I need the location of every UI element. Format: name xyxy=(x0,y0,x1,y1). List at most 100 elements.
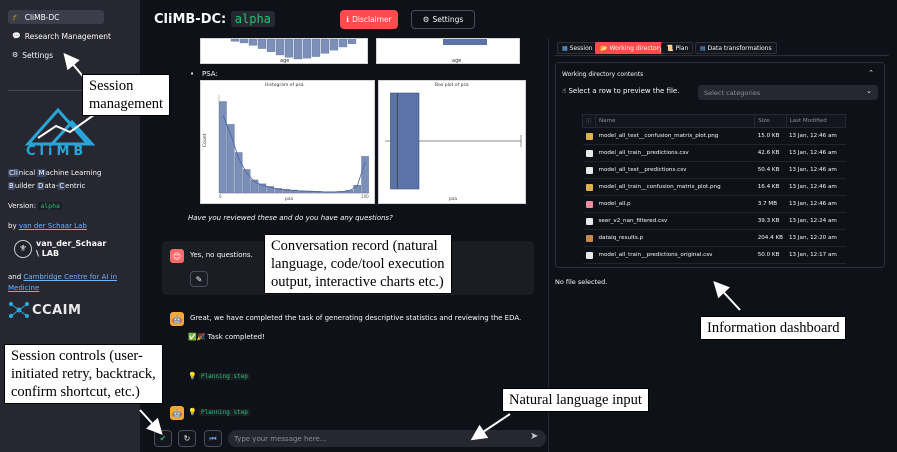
tab-session[interactable]: ▦ Session xyxy=(557,42,598,54)
annotation-information-dashboard: Information dashboard xyxy=(700,316,847,340)
column-header-size[interactable]: Size xyxy=(754,114,787,128)
column-header-name[interactable]: Name xyxy=(594,114,756,128)
user-avatar-icon: 😊 xyxy=(170,249,184,263)
image-file-icon xyxy=(585,132,593,140)
user-message-text: Yes, no questions. xyxy=(190,251,253,259)
backtrack-button[interactable]: ⏮ xyxy=(204,430,222,447)
planning-step-label: Planning step xyxy=(198,409,250,416)
backtrack-icon: ⏮ xyxy=(209,433,217,443)
sidebar-item-label: Settings xyxy=(22,50,54,60)
table-row[interactable]: dataiq_results.p 204.4 KB 13 Jan, 12:20 am xyxy=(582,229,846,247)
table-row[interactable]: model_all.p 3.7 MB 13 Jan, 12:46 am xyxy=(582,195,846,213)
file-size-cell: 39.3 KB xyxy=(754,212,786,230)
file-type-cell xyxy=(582,246,596,264)
assistant-avatar-icon: 🤖 xyxy=(170,406,184,420)
page-title-text: CliMB-DC: xyxy=(154,12,227,27)
sidebar-item-settings[interactable]: ⚙ Settings xyxy=(8,48,104,62)
task-completed-text: ✅🎉 Task completed! xyxy=(188,333,265,341)
tab-plan[interactable]: 📜 Plan xyxy=(661,42,694,54)
age-histogram-bar xyxy=(320,38,330,54)
settings-label: Settings xyxy=(432,15,464,24)
input-bar: ✔ ↻ ⏮ xyxy=(152,426,546,452)
x-tick-label: 100 xyxy=(361,194,369,199)
file-name-cell: model_all_train__predictions_original.cs… xyxy=(595,246,755,264)
table-row[interactable]: model_all_train__predictions.csv 42.6 KB 1… xyxy=(582,144,846,162)
ccaim-link[interactable]: Cambridge Centre for AI in Medicine xyxy=(8,273,117,292)
gear-icon: ⚙ xyxy=(422,15,430,24)
by-line: by van der Schaar Lab xyxy=(8,222,87,230)
annotation-line: Conversation record (natural xyxy=(271,238,438,254)
edit-message-button[interactable]: ✎ xyxy=(190,271,208,287)
disclaimer-label: Disclaimer xyxy=(352,15,392,24)
file-modified-cell: 13 Jan, 12:46 am xyxy=(786,195,846,213)
sidebar-item-climb-dc[interactable]: 🎓 CliMB-DC xyxy=(8,10,104,24)
ccaim-network-icon xyxy=(8,301,30,319)
retry-button[interactable]: ↻ xyxy=(178,430,196,447)
annotation-line: output, interactive charts etc.) xyxy=(271,274,444,290)
age-histogram-bar xyxy=(311,38,321,57)
annotation-line: Information dashboard xyxy=(707,320,840,336)
van-der-schaar-lab-link[interactable]: van der Schaar Lab xyxy=(19,222,87,230)
column-header-modified[interactable]: Last Modified xyxy=(785,114,846,128)
psa-box-title: Box plot of psa xyxy=(435,83,469,88)
table-row[interactable]: model_all_test__confusion_matrix_plot.pn… xyxy=(582,127,846,145)
version-label: Version: xyxy=(8,202,37,210)
table-row[interactable]: model_all_test__predictions.csv 50.4 KB 13… xyxy=(582,161,846,179)
acronym-line-2: Builder Data-Centric xyxy=(8,182,85,190)
page-title: CliMB-DC: alpha xyxy=(154,11,275,27)
annotation-session-controls: Session controls (user- initiated retry,… xyxy=(4,344,163,404)
age-box-rect xyxy=(443,39,487,45)
speech-bubble-icon: 💬 xyxy=(12,32,21,40)
table-row[interactable]: model_all_train__confusion_matrix_plot.p… xyxy=(582,178,846,196)
annotation-line: Session xyxy=(89,78,134,94)
expander-title: Working directory contents xyxy=(562,71,644,78)
brain-file-icon xyxy=(585,200,593,208)
conversation-panel[interactable]: age age • PSA: Histogram of psa Count 0 10… xyxy=(152,38,545,426)
psa-boxplot-svg xyxy=(385,92,522,190)
send-icon[interactable]: ➤ xyxy=(530,431,538,442)
psa-box-xlabel: psa xyxy=(449,197,457,202)
message-input[interactable] xyxy=(228,430,546,447)
acronym-line-1: Clinical Machine Learning xyxy=(8,169,101,177)
category-select[interactable]: Select categories ⌄ xyxy=(698,85,878,100)
image-file-icon xyxy=(585,183,593,191)
chevron-up-icon[interactable]: ⌃ xyxy=(868,69,874,77)
sidebar-item-label: CliMB-DC xyxy=(24,12,60,22)
version-value: alpha xyxy=(38,202,62,210)
lab-emblem-icon: ⚜ xyxy=(14,240,32,258)
page-title-code: alpha xyxy=(230,11,275,27)
working-directory-expander[interactable]: Working directory contents ⌃ ☝ Select a … xyxy=(555,62,885,268)
table-row[interactable]: model_all_train__predictions_original.cs… xyxy=(582,246,846,264)
doc-file-icon xyxy=(585,217,593,225)
age-histogram-bar xyxy=(293,38,303,60)
disclaimer-button[interactable]: ℹ Disclaimer xyxy=(340,10,398,29)
age-histogram-bar xyxy=(266,38,276,52)
tab-data-transformations[interactable]: ▤ Data transformations xyxy=(695,42,777,54)
age-histogram-bar xyxy=(329,38,339,51)
confirm-button[interactable]: ✔ xyxy=(154,430,172,447)
file-table[interactable]: ⓘ Name Size Last Modified model_all_test… xyxy=(582,114,846,264)
tab-label: Working directory xyxy=(609,44,663,52)
lab-name: van_der_Schaar \ LAB xyxy=(36,239,106,259)
annotation-line: Session controls (user- xyxy=(11,348,143,364)
file-table-body[interactable]: model_all_test__confusion_matrix_plot.pn… xyxy=(582,127,846,264)
table-row[interactable]: seer_v2_nan_filtered.csv 39.3 KB 13 Jan, 1… xyxy=(582,212,846,230)
psa-histogram-plot: Histogram of psa Count 0 100 psa xyxy=(200,80,375,204)
annotation-conversation-record: Conversation record (natural language, c… xyxy=(264,234,452,294)
file-size-cell: 204.4 KB xyxy=(754,229,786,247)
file-size-cell: 3.7 MB xyxy=(754,195,786,213)
settings-button[interactable]: ⚙ Settings xyxy=(411,10,475,29)
tab-label: Plan xyxy=(675,44,689,52)
age-histogram-bar xyxy=(338,38,348,48)
info-icon: ℹ xyxy=(346,15,350,24)
psa-label: PSA: xyxy=(202,70,218,78)
gear-icon: ⚙ xyxy=(12,51,19,59)
acronym-text: nical xyxy=(18,169,38,177)
no-file-selected: No file selected. xyxy=(555,278,608,286)
sidebar-item-research-management[interactable]: 💬 Research Management xyxy=(8,29,118,43)
tab-working-directory[interactable]: 📂 Working directory xyxy=(595,42,668,54)
column-header-icon: ⓘ xyxy=(582,114,596,128)
lab-logo-row: ⚜ van_der_Schaar \ LAB xyxy=(14,238,134,266)
assistant-avatar-icon: 🤖 xyxy=(170,312,184,326)
psa-hist-xlabel: psa xyxy=(285,197,293,202)
